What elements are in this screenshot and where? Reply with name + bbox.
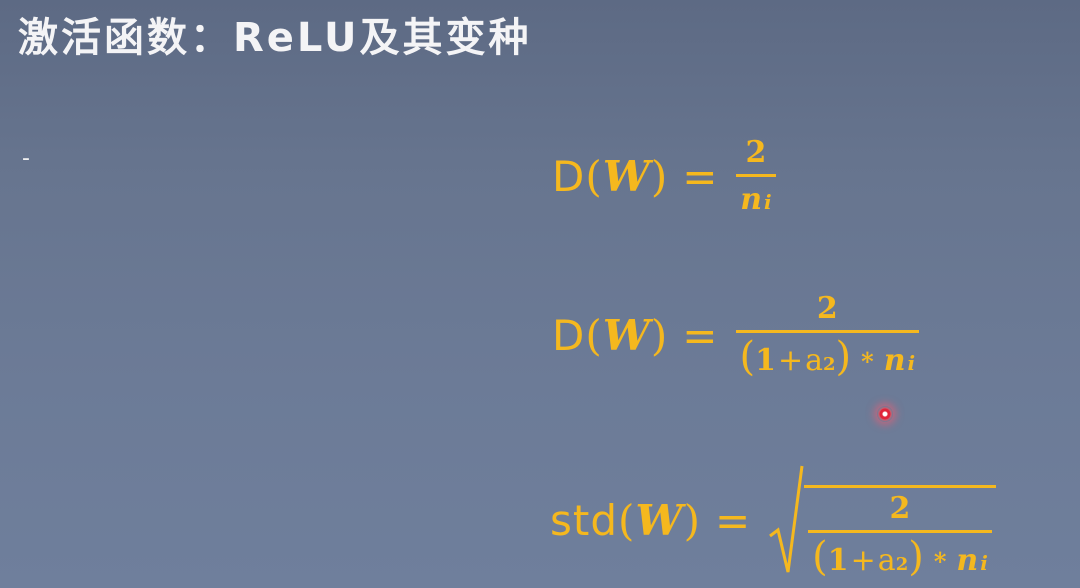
- den-plus: +: [850, 543, 876, 578]
- formula-var: W: [635, 495, 684, 545]
- formula-var: W: [602, 152, 651, 201]
- den-exp: 2: [823, 354, 836, 375]
- slide-title: 激活函数：ReLU及其变种: [18, 15, 532, 61]
- formula-equals: =: [682, 152, 718, 201]
- formula-lhs: std(W): [550, 495, 701, 545]
- formula-variance-he: D(W) = 2 ni: [552, 135, 777, 215]
- sqrt-radical-icon: [769, 465, 804, 573]
- den-a: a: [877, 543, 896, 578]
- fraction-denominator: (1 + a 2) * n i: [812, 534, 988, 580]
- formula-fraction: 2 (1 + a 2) * n i: [735, 291, 920, 380]
- denominator-var: n: [740, 182, 763, 217]
- formula-equals: =: [682, 310, 718, 360]
- denominator-sub: i: [764, 190, 772, 214]
- formula-fraction: 2 ni: [735, 135, 777, 215]
- den-one: 1: [827, 543, 849, 578]
- den-one: 1: [755, 343, 776, 378]
- den-times: *: [933, 547, 947, 576]
- formula-fraction: 2 (1 + a 2) * n i: [808, 491, 992, 580]
- den-exp: 2: [895, 554, 909, 575]
- formula-func: D: [552, 152, 586, 201]
- laser-pointer-icon: [877, 406, 893, 422]
- denominator-var: n: [956, 543, 979, 578]
- formula-lhs: D(W): [552, 152, 669, 201]
- fraction-denominator: (1 + a 2) * n i: [739, 334, 916, 380]
- den-a: a: [805, 343, 824, 378]
- formula-equals: =: [714, 495, 751, 545]
- sqrt-content: 2 (1 + a 2) * n i: [804, 485, 996, 580]
- formula-variance-leaky: D(W) = 2 (1 + a 2) * n i: [552, 291, 920, 380]
- formula-lhs: D(W): [552, 310, 669, 360]
- fraction-numerator: 2: [889, 491, 911, 526]
- sqrt-symbol: 2 (1 + a 2) * n i: [768, 464, 996, 580]
- formula-var: W: [602, 310, 651, 360]
- den-plus: +: [777, 343, 804, 378]
- fraction-numerator: 2: [745, 135, 767, 170]
- denominator-sub: i: [980, 551, 988, 575]
- formula-func: D: [552, 310, 586, 360]
- formula-std-leaky: std(W) = 2 (1 + a 2) * n i: [550, 464, 996, 580]
- fraction-numerator: 2: [816, 291, 838, 326]
- bullet-marker: -: [22, 146, 30, 171]
- denominator-var: n: [883, 343, 906, 378]
- den-times: *: [861, 347, 874, 376]
- denominator-sub: i: [907, 351, 916, 375]
- slide: 激活函数：ReLU及其变种 - D(W) = 2 ni D(W) = 2 (1 +…: [0, 0, 1080, 588]
- fraction-denominator: ni: [736, 177, 775, 215]
- formula-func: std: [550, 495, 619, 545]
